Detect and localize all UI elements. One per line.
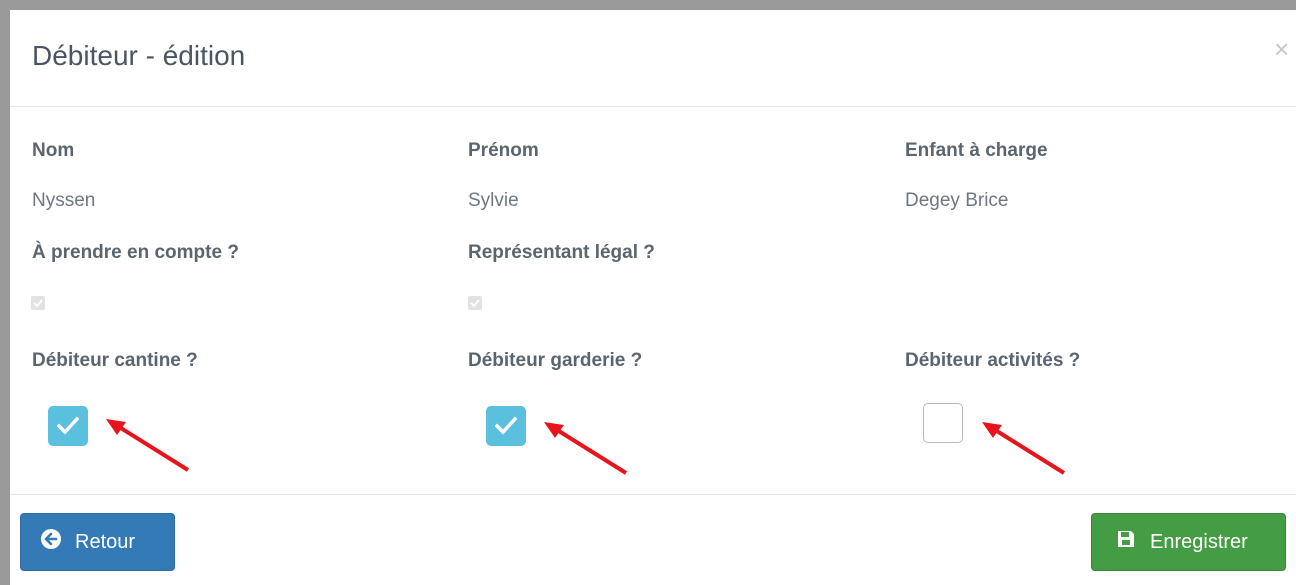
activites-label: Débiteur activités ?	[905, 350, 1081, 371]
a-prendre-checkbox	[31, 296, 45, 310]
nom-value: Nyssen	[32, 190, 96, 211]
prenom-label: Prénom	[468, 140, 539, 161]
check-icon	[470, 299, 480, 308]
arrow-circle-left-icon	[41, 529, 61, 555]
garderie-label: Débiteur garderie ?	[468, 350, 643, 371]
annotation-arrow-icon	[544, 422, 628, 475]
enfant-label: Enfant à charge	[905, 140, 1048, 161]
save-button-label: Enregistrer	[1150, 530, 1248, 553]
cantine-label: Débiteur cantine ?	[32, 350, 198, 371]
window-frame-top	[0, 0, 1296, 10]
modal-title: Débiteur - édition	[32, 40, 246, 71]
representant-checkbox	[468, 296, 482, 310]
nom-label: Nom	[32, 140, 75, 161]
garderie-checkbox[interactable]	[486, 406, 526, 446]
window-frame-left	[0, 0, 10, 585]
annotation-arrow-icon	[982, 422, 1066, 475]
back-button[interactable]: Retour	[20, 513, 175, 571]
prenom-value: Sylvie	[468, 190, 519, 211]
cantine-checkbox[interactable]	[48, 406, 88, 446]
back-button-label: Retour	[75, 530, 136, 553]
activites-checkbox[interactable]	[923, 403, 963, 443]
header-divider	[10, 106, 1296, 107]
check-icon	[495, 416, 517, 435]
save-button[interactable]: Enregistrer	[1091, 513, 1286, 571]
close-icon[interactable]: ×	[1274, 36, 1289, 62]
floppy-disk-icon	[1116, 529, 1136, 555]
footer-divider	[10, 494, 1296, 495]
check-icon	[33, 299, 43, 308]
annotation-arrow-icon	[106, 419, 190, 472]
check-icon	[57, 416, 79, 435]
representant-label: Représentant légal ?	[468, 242, 655, 263]
a-prendre-label: À prendre en compte ?	[32, 242, 239, 263]
enfant-value: Degey Brice	[905, 190, 1009, 211]
debiteur-edit-modal: Débiteur - édition × Nom Prénom Enfant à…	[10, 10, 1296, 585]
